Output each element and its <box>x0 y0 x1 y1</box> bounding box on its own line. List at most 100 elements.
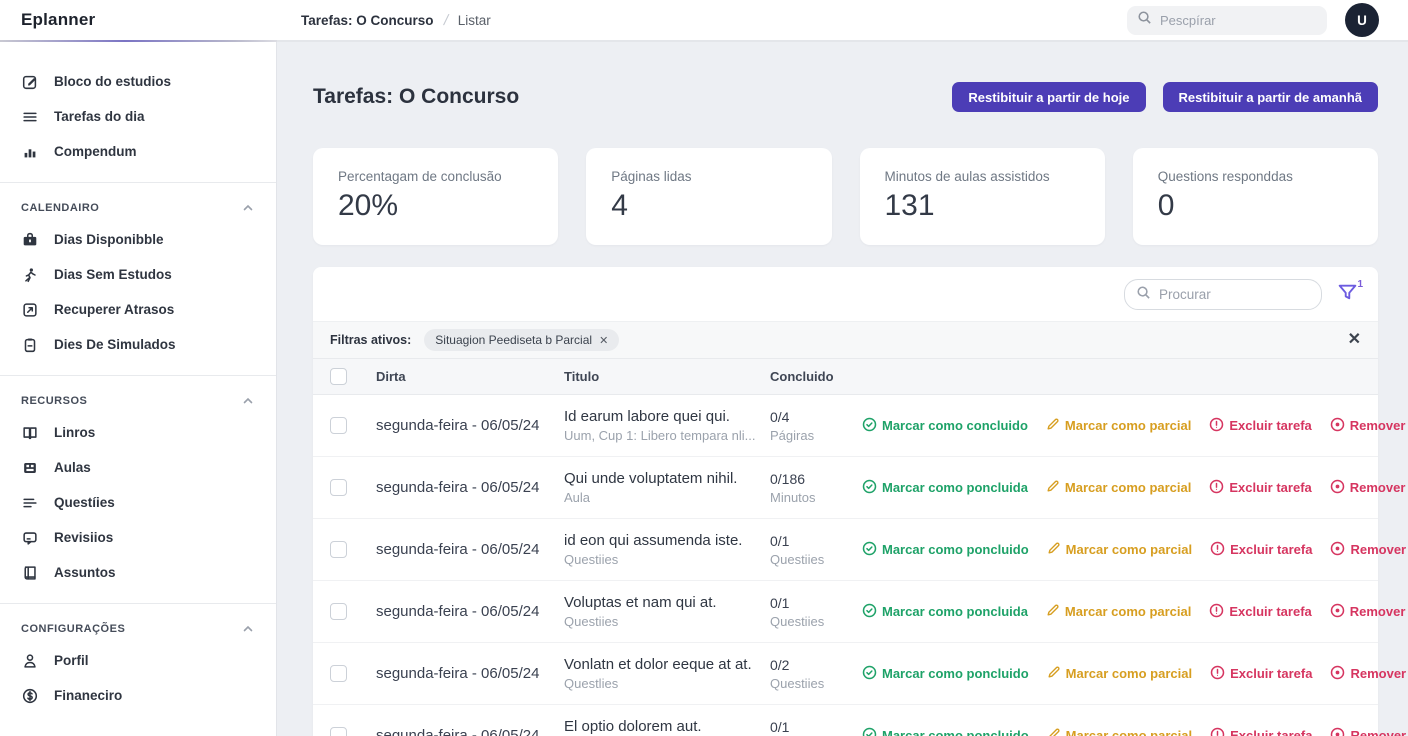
column-header-date[interactable]: Dirta <box>376 369 564 384</box>
sidebar-item-dies-de-simulados[interactable]: Dies De Simulados <box>0 327 276 362</box>
row-title-cell: El optio dolorem aut. Questiies <box>564 718 770 736</box>
column-header-concluido[interactable]: Concluido <box>770 369 862 384</box>
mark-partial-link[interactable]: Marcar como parcial <box>1047 665 1192 682</box>
cassette-icon <box>21 459 39 477</box>
delete-task-link[interactable]: Excluir tarefa <box>1210 727 1312 736</box>
page-title: Tarefas: O Concurso <box>313 85 519 109</box>
sidebar-item-revisiios[interactable]: Revisiios <box>0 520 276 555</box>
global-search-input[interactable]: Pescpírar <box>1127 6 1327 35</box>
mark-complete-link[interactable]: Marcar como poncluido <box>862 665 1029 683</box>
delete-task-link[interactable]: Excluir tarefa <box>1210 541 1312 559</box>
mark-complete-link[interactable]: Marcar como poncluido <box>862 541 1029 559</box>
sidebar-item-label: Dies De Simulados <box>54 337 176 352</box>
row-actions: Marcar como poncluida Marcar como parcia… <box>862 603 1408 621</box>
check-circle-icon <box>862 603 877 621</box>
row-progress: 0/1 <box>770 719 862 735</box>
breadcrumb-current[interactable]: Tarefas: O Concurso <box>301 13 434 28</box>
search-icon <box>1136 285 1151 305</box>
pencil-icon <box>1047 541 1061 558</box>
row-title: Qui unde voluptatem nihil. <box>564 470 770 487</box>
stat-label: Minutos de aulas assistidos <box>885 169 1080 184</box>
remove-resource-link[interactable]: Remover recurso <box>1330 727 1408 736</box>
row-title-cell: Voluptas et nam qui at. Questiies <box>564 594 770 629</box>
sidebar-item-quest-ies[interactable]: Questíies <box>0 485 276 520</box>
remove-resource-link[interactable]: Remover recurso <box>1330 479 1408 497</box>
sidebar-section-header[interactable]: RECURSOS <box>0 389 276 415</box>
chip-close-icon[interactable]: ✕ <box>599 334 608 347</box>
delete-task-link[interactable]: Excluir tarefa <box>1209 417 1311 435</box>
mark-complete-link[interactable]: Marcar como concluido <box>862 417 1028 435</box>
sidebar-item-compendum[interactable]: Compendum <box>0 134 276 169</box>
chevron-up-icon[interactable] <box>242 202 254 214</box>
redistribute-today-button[interactable]: Restibituir a partir de hoje <box>952 82 1145 112</box>
row-progress: 0/2 <box>770 657 862 673</box>
filters-close-icon[interactable]: ✕ <box>1348 332 1361 348</box>
sidebar-item-linros[interactable]: Linros <box>0 415 276 450</box>
row-checkbox[interactable] <box>330 727 347 736</box>
chat-bubble-icon <box>21 529 39 547</box>
row-actions: Marcar como poncluido Marcar como parcia… <box>862 541 1408 559</box>
sidebar-item-porfil[interactable]: Porfil <box>0 643 276 678</box>
remove-resource-link[interactable]: Remover recurso <box>1330 603 1408 621</box>
row-title-cell: id eon qui assumenda iste. Questiies <box>564 532 770 567</box>
remove-resource-link[interactable]: Remover recurso <box>1330 541 1408 559</box>
filter-chip[interactable]: Situagion Peediseta b Parcial ✕ <box>424 329 619 351</box>
sidebar-item-dias-sem-estudos[interactable]: Dias Sem Estudos <box>0 257 276 292</box>
row-title: El optio dolorem aut. <box>564 718 770 735</box>
row-checkbox[interactable] <box>330 665 347 682</box>
column-header-title[interactable]: Titulo <box>564 369 770 384</box>
remove-resource-link[interactable]: Remover recurso <box>1330 665 1408 683</box>
row-progress: 0/4 <box>770 409 862 425</box>
sidebar-item-aulas[interactable]: Aulas <box>0 450 276 485</box>
delete-task-link[interactable]: Excluir tarefa <box>1209 479 1311 497</box>
sidebar-section-header[interactable]: CALENDAIRO <box>0 196 276 222</box>
select-all-checkbox[interactable] <box>330 368 347 385</box>
row-progress: 0/186 <box>770 471 862 487</box>
page-actions: Restibituir a partir de hoje Restibituir… <box>952 82 1378 112</box>
chevron-up-icon[interactable] <box>242 395 254 407</box>
stat-card: Percentagam de conclusão 20% <box>313 148 558 245</box>
filter-button[interactable]: 1 <box>1337 282 1361 308</box>
mark-partial-link[interactable]: Marcar como parcial <box>1047 541 1192 558</box>
row-checkbox[interactable] <box>330 603 347 620</box>
sidebar-item-bloco-do-estudios[interactable]: Bloco do estudios <box>0 64 276 99</box>
mark-partial-link[interactable]: Marcar como parcial <box>1046 603 1191 620</box>
row-checkbox[interactable] <box>330 479 347 496</box>
sidebar-item-finaneciro[interactable]: Finaneciro <box>0 678 276 713</box>
mark-partial-link[interactable]: Marcar como parcial <box>1046 479 1191 496</box>
alert-circle-icon <box>1210 727 1225 736</box>
sidebar-divider <box>0 375 276 376</box>
sidebar-item-label: Finaneciro <box>54 688 122 703</box>
stat-card: Questions responddas 0 <box>1133 148 1378 245</box>
sidebar-item-dias-disponibble[interactable]: Dias Disponibble <box>0 222 276 257</box>
mark-complete-link[interactable]: Marcar como poncluida <box>862 479 1028 497</box>
table-search-input[interactable]: Procurar <box>1124 279 1322 310</box>
section-title: CALENDAIRO <box>21 202 99 214</box>
sidebar-section-header[interactable]: CONFIGURAÇÕES <box>0 617 276 643</box>
sidebar-item-tarefas-do-dia[interactable]: Tarefas do dia <box>0 99 276 134</box>
row-progress-unit: Questiies <box>770 614 862 629</box>
chevron-up-icon[interactable] <box>242 623 254 635</box>
sidebar-item-label: Bloco do estudios <box>54 74 171 89</box>
sidebar-item-recuperer-atrasos[interactable]: Recuperer Atrasos <box>0 292 276 327</box>
sidebar-item-assuntos[interactable]: Assuntos <box>0 555 276 590</box>
delete-task-link[interactable]: Excluir tarefa <box>1209 603 1311 621</box>
main-content: Tarefas: O Concurso Restibituir a partir… <box>278 42 1408 736</box>
mark-complete-link[interactable]: Marcar como poncluida <box>862 603 1028 621</box>
pencil-icon <box>1046 479 1060 496</box>
mark-complete-link[interactable]: Marcar como poncluido <box>862 727 1029 736</box>
filter-chip-label: Situagion Peediseta b Parcial <box>435 333 592 347</box>
sidebar-item-label: Recuperer Atrasos <box>54 302 174 317</box>
row-checkbox[interactable] <box>330 541 347 558</box>
row-checkbox[interactable] <box>330 417 347 434</box>
user-avatar[interactable]: U <box>1345 3 1379 37</box>
mark-partial-link[interactable]: Marcar como parcial <box>1047 727 1192 736</box>
pencil-icon <box>1046 603 1060 620</box>
row-subtitle: Questiies <box>564 552 770 567</box>
mark-partial-link[interactable]: Marcar como parcial <box>1046 417 1191 434</box>
breadcrumb-listar[interactable]: Listar <box>458 13 491 28</box>
delete-task-link[interactable]: Excluir tarefa <box>1210 665 1312 683</box>
redistribute-tomorrow-button[interactable]: Restibituir a partir de amanhã <box>1163 82 1379 112</box>
remove-resource-link[interactable]: Remover recurso <box>1330 417 1408 435</box>
check-circle-icon <box>862 417 877 435</box>
